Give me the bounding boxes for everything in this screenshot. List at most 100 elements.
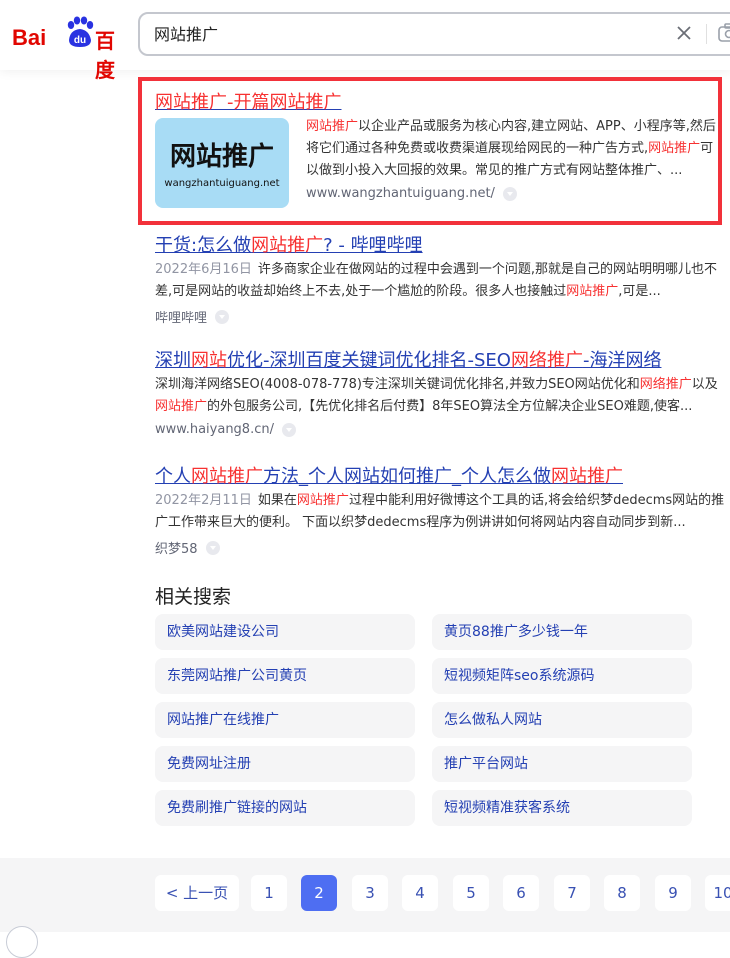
related-search-item[interactable]: 推广平台网站 bbox=[432, 746, 692, 782]
desc-text: 过程中能利用好微博这个工具的话,将会给织梦dedecms网站的推 bbox=[349, 493, 724, 508]
title-text: 方法_个人网站如何推广_个人怎么做 bbox=[263, 466, 551, 487]
desc-text: 的外包服务公司,【先优化排名后付费】8年SEO算法全方位解决企业SEO难题,使客… bbox=[207, 399, 692, 414]
source-text: www.wangzhantuiguang.net/ bbox=[306, 186, 495, 201]
result-item: 个人网站推广方法_个人网站如何推广_个人怎么做网站推广 2022年2月11日如果… bbox=[155, 462, 730, 557]
source-dropdown-icon[interactable] bbox=[206, 541, 220, 555]
abstract-line: 2022年6月16日许多商家企业在做网站的过程中会遇到一个问题,那就是自己的网站… bbox=[155, 259, 730, 281]
related-search-item[interactable]: 免费网址注册 bbox=[155, 746, 415, 782]
page-3-button[interactable]: 3 bbox=[352, 875, 388, 911]
title-keyword: 网络推广 bbox=[511, 350, 583, 371]
abstract-line: 深圳海洋网络SEO(4008-078-778)专注深圳关键词优化排名,并致力SE… bbox=[155, 374, 730, 396]
desc-text: 如果在 bbox=[258, 493, 297, 508]
title-text: -开篇 bbox=[227, 92, 270, 113]
desc-text: 差,可是网站的收益却始终上不去,处于一个尴尬的阶段。很多人也接触过 bbox=[155, 284, 566, 299]
result-date: 2022年6月16日 bbox=[155, 262, 252, 277]
logo-text-bai: Bai bbox=[12, 25, 46, 51]
result-title[interactable]: 个人网站推广方法_个人网站如何推广_个人怎么做网站推广 bbox=[155, 462, 730, 488]
logo-paw-text: du bbox=[74, 35, 86, 46]
baidu-logo[interactable]: Bai du 百度 bbox=[12, 14, 122, 52]
logo-text-baidu-cn: 百度 bbox=[95, 25, 122, 83]
page-7-button[interactable]: 7 bbox=[554, 875, 590, 911]
result-thumbnail[interactable]: 网站推广 wangzhantuiguang.net bbox=[155, 118, 289, 208]
source-text: 哔哩哔哩 bbox=[155, 307, 207, 326]
abstract-line: 网站推广的外包服务公司,【先优化排名后付费】8年SEO算法全方位解决企业SEO难… bbox=[155, 396, 730, 418]
title-keyword: 网站推广 bbox=[251, 235, 323, 256]
desc-keyword: 网站推广 bbox=[566, 284, 618, 299]
title-text: 干货:怎么做 bbox=[155, 235, 251, 256]
related-search-item[interactable]: 黄页88推广多少钱一年 bbox=[432, 614, 692, 650]
abstract-line: 将它们通过各种免费或收费渠道展现给网民的一种广告方式,网站推广可 bbox=[306, 138, 726, 160]
related-search-item[interactable]: 网站推广在线推广 bbox=[155, 702, 415, 738]
desc-text: 许多商家企业在做网站的过程中会遇到一个问题,那就是自己的网站明明哪儿也不 bbox=[258, 262, 717, 277]
desc-keyword: 网站推广 bbox=[648, 141, 700, 156]
desc-keyword: 网络推广 bbox=[640, 377, 692, 392]
result-title[interactable]: 网站推广-开篇网站推广 bbox=[155, 88, 342, 114]
desc-keyword: 网站推广 bbox=[297, 493, 349, 508]
title-keyword: 网站推广 bbox=[551, 466, 623, 487]
thumb-title: 网站推广 bbox=[155, 136, 289, 173]
title-text: 深圳 bbox=[155, 350, 191, 371]
desc-text: 将它们通过各种免费或收费渠道展现给网民的一种广告方式, bbox=[306, 141, 648, 156]
abstract-line: 广工作带来巨大的便利。 下面以织梦dedecms程序为例讲讲如何将网站内容自动同… bbox=[155, 512, 730, 534]
page-10-button[interactable]: 10 bbox=[705, 875, 730, 911]
abstract-line: 以做到小投入大回报的效果。常见的推广方式有网站整体推广、... bbox=[306, 160, 726, 182]
camera-icon[interactable] bbox=[718, 23, 730, 43]
result-title[interactable]: 深圳网站优化-深圳百度关键词优化排名-SEO网络推广-海洋网络 bbox=[155, 346, 730, 372]
related-search-item[interactable]: 欧美网站建设公司 bbox=[155, 614, 415, 650]
result-source[interactable]: 织梦58 bbox=[155, 538, 730, 557]
title-text: 个人 bbox=[155, 466, 191, 487]
result-title[interactable]: 干货:怎么做网站推广? - 哔哩哔哩 bbox=[155, 231, 730, 257]
title-keyword: 网站 bbox=[191, 350, 227, 371]
page-5-button[interactable]: 5 bbox=[453, 875, 489, 911]
result-source[interactable]: www.wangzhantuiguang.net/ bbox=[306, 186, 726, 201]
desc-text: 以企业产品或服务为核心内容,建立网站、APP、小程序等,然后 bbox=[358, 119, 716, 134]
title-text: 优化-深圳百度关键词优化排名-SEO bbox=[227, 350, 511, 371]
result-item: 干货:怎么做网站推广? - 哔哩哔哩 2022年6月16日许多商家企业在做网站的… bbox=[155, 231, 730, 326]
source-dropdown-icon[interactable] bbox=[503, 187, 517, 201]
desc-text: ,可是... bbox=[618, 284, 661, 299]
page-6-button[interactable]: 6 bbox=[503, 875, 539, 911]
desc-keyword: 网站推广 bbox=[306, 119, 358, 134]
clear-icon[interactable] bbox=[674, 23, 694, 43]
related-search-item[interactable]: 东莞网站推广公司黄页 bbox=[155, 658, 415, 694]
source-dropdown-icon[interactable] bbox=[215, 310, 229, 324]
related-search-item[interactable]: 短视频精准获客系统 bbox=[432, 790, 692, 826]
thumb-domain: wangzhantuiguang.net bbox=[155, 178, 289, 189]
source-text: www.haiyang8.cn/ bbox=[155, 422, 274, 437]
result-abstract: 网站推广以企业产品或服务为核心内容,建立网站、APP、小程序等,然后 将它们通过… bbox=[306, 116, 726, 201]
result-item: 网站推广-开篇网站推广 bbox=[155, 88, 342, 114]
page-1-button[interactable]: 1 bbox=[251, 875, 287, 911]
desc-text: 以及 bbox=[692, 377, 718, 392]
page-2-button-current[interactable]: 2 bbox=[301, 875, 337, 911]
search-input[interactable] bbox=[154, 22, 634, 44]
abstract-line: 差,可是网站的收益却始终上不去,处于一个尴尬的阶段。很多人也接触过网站推广,可是… bbox=[155, 281, 730, 303]
search-box[interactable] bbox=[138, 12, 730, 56]
feedback-circle-icon[interactable] bbox=[6, 926, 38, 958]
result-date: 2022年2月11日 bbox=[155, 493, 252, 508]
abstract-line: 网站推广以企业产品或服务为核心内容,建立网站、APP、小程序等,然后 bbox=[306, 116, 726, 138]
title-keyword: 网站推广 bbox=[191, 466, 263, 487]
desc-keyword: 网站推广 bbox=[155, 399, 207, 414]
related-searches-title: 相关搜索 bbox=[155, 582, 231, 609]
page-8-button[interactable]: 8 bbox=[604, 875, 640, 911]
search-divider bbox=[706, 24, 707, 44]
title-text: ? - 哔哩哔哩 bbox=[323, 235, 423, 256]
page-9-button[interactable]: 9 bbox=[655, 875, 691, 911]
related-search-item[interactable]: 怎么做私人网站 bbox=[432, 702, 692, 738]
source-text: 织梦58 bbox=[155, 538, 198, 557]
source-dropdown-icon[interactable] bbox=[282, 423, 296, 437]
desc-text: 深圳海洋网络SEO(4008-078-778)专注深圳关键词优化排名,并致力SE… bbox=[155, 377, 640, 392]
result-source[interactable]: 哔哩哔哩 bbox=[155, 307, 730, 326]
abstract-line: 2022年2月11日如果在网站推广过程中能利用好微博这个工具的话,将会给织梦de… bbox=[155, 490, 730, 512]
result-item: 深圳网站优化-深圳百度关键词优化排名-SEO网络推广-海洋网络 深圳海洋网络SE… bbox=[155, 346, 730, 437]
paw-logo-icon: du bbox=[64, 16, 94, 48]
header: Bai du 百度 bbox=[0, 0, 730, 70]
desc-text: 广工作带来巨大的便利。 下面以织梦dedecms程序为例讲讲如何将网站内容自动同… bbox=[155, 515, 686, 530]
related-search-item[interactable]: 免费刷推广链接的网站 bbox=[155, 790, 415, 826]
title-text: -海洋网络 bbox=[583, 350, 662, 371]
desc-text: 可 bbox=[700, 141, 713, 156]
result-source[interactable]: www.haiyang8.cn/ bbox=[155, 422, 730, 437]
related-search-item[interactable]: 短视频矩阵seo系统源码 bbox=[432, 658, 692, 694]
page-4-button[interactable]: 4 bbox=[402, 875, 438, 911]
prev-page-button[interactable]: < 上一页 bbox=[155, 875, 239, 911]
